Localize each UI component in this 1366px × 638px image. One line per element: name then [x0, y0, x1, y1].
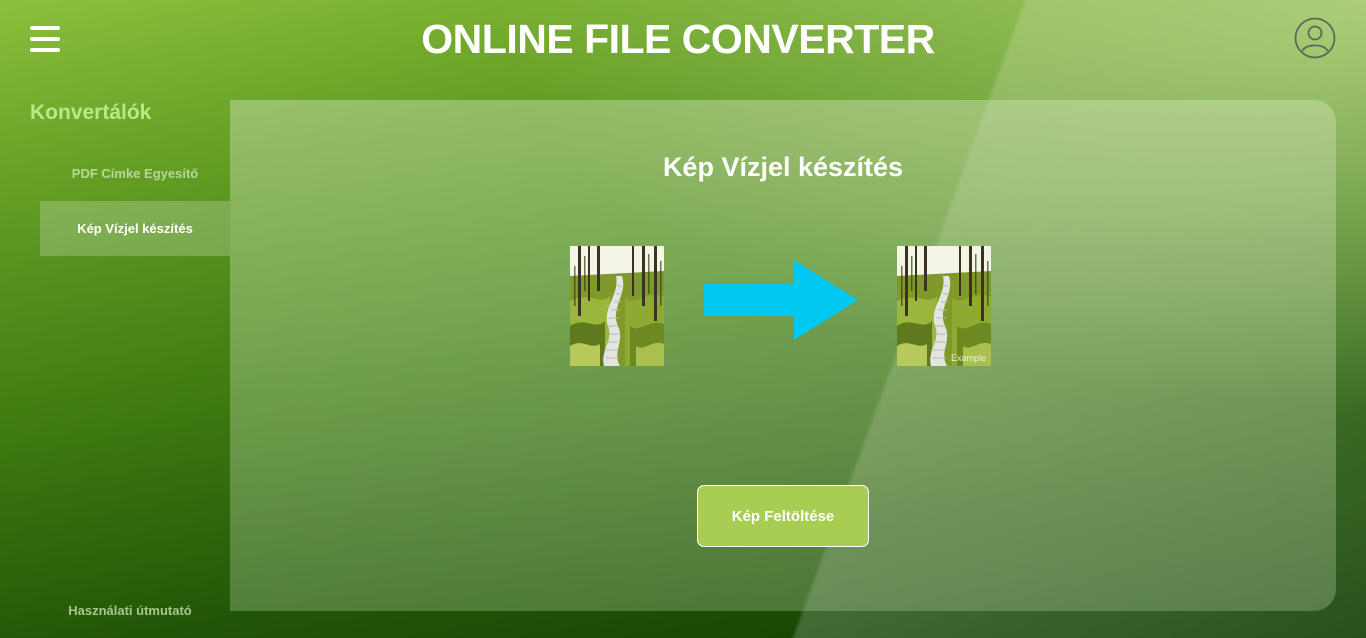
app-title: ONLINE FILE CONVERTER — [421, 16, 935, 62]
user-guide-link[interactable]: Használati útmutató — [40, 603, 220, 618]
page-title: Kép Vízjel készítés — [662, 152, 904, 182]
upload-image-button[interactable]: Kép Feltöltése — [697, 485, 869, 547]
forest-path-image — [570, 246, 664, 366]
sidebar-item-image-watermark[interactable]: Kép Vízjel készítés — [40, 201, 230, 256]
converter-panel: Kép Vízjel készítés Example Kép Feltölté… — [230, 100, 1336, 611]
user-icon[interactable] — [1294, 17, 1336, 59]
arrow-right-icon — [704, 260, 858, 340]
sidebar-heading: Konvertálók — [30, 101, 152, 124]
forest-path-watermarked-image: Example — [897, 246, 991, 366]
watermark-text: Example — [950, 353, 986, 363]
sidebar-item-pdf-label-merger[interactable]: PDF Címke Egyesítő — [40, 146, 230, 201]
